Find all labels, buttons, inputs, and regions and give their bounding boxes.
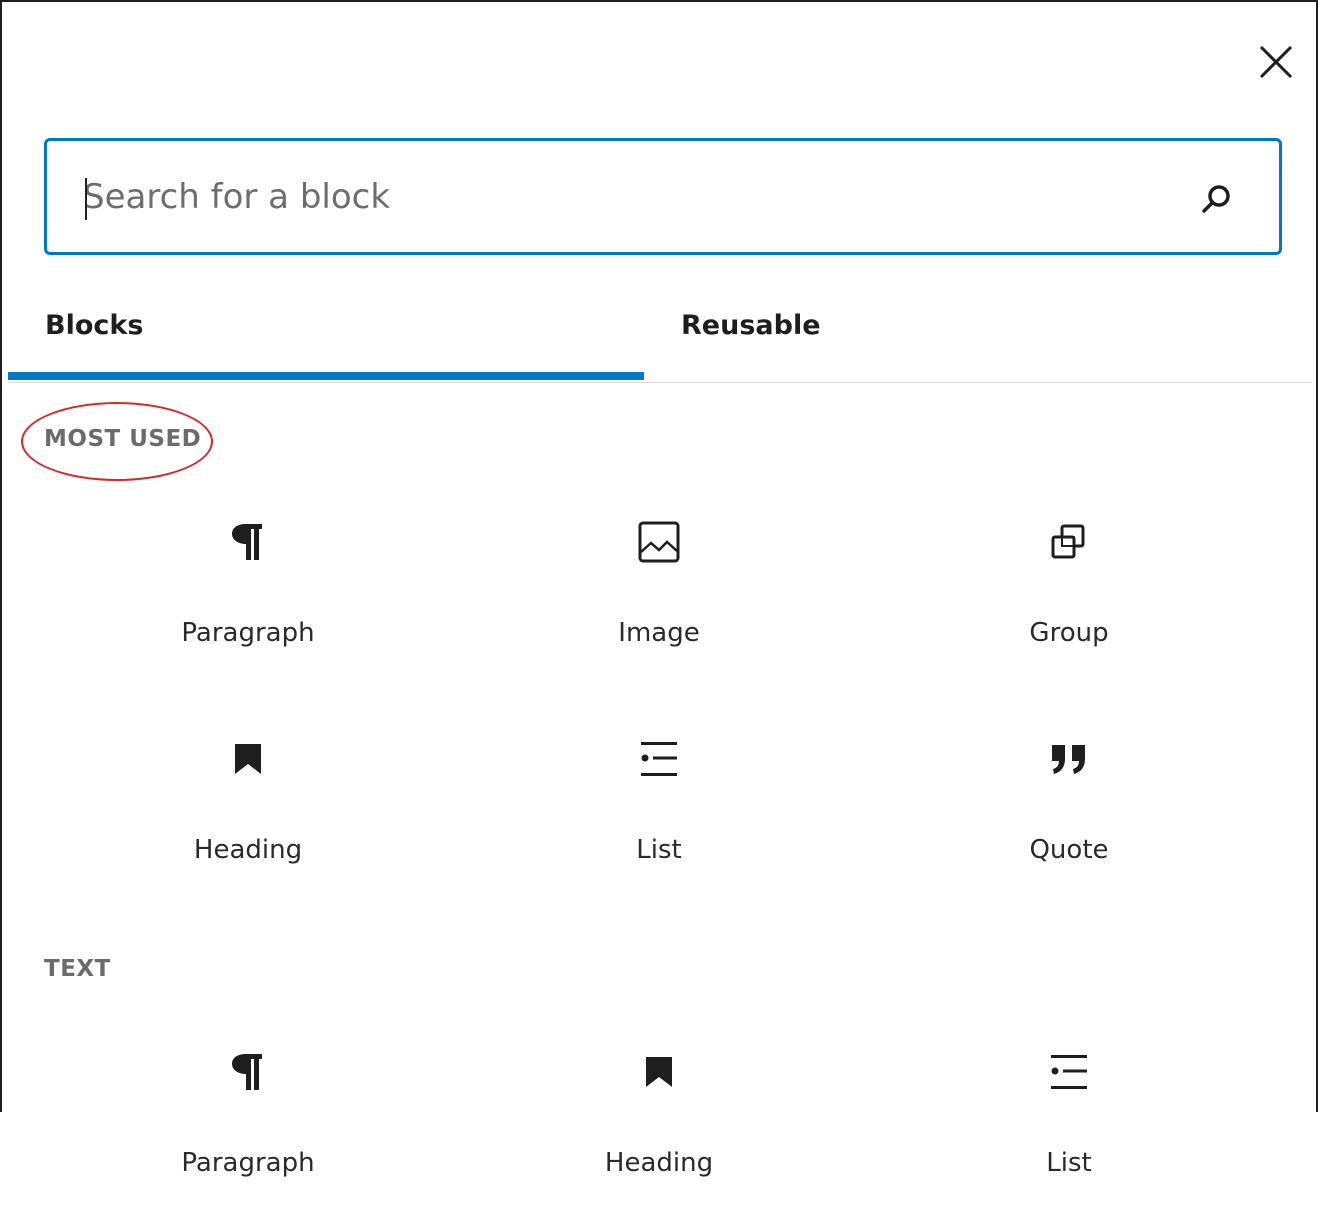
block-item-image[interactable]: Image (529, 518, 789, 698)
block-label: Quote (1029, 835, 1109, 865)
search-input[interactable] (83, 176, 1163, 217)
close-icon (1259, 45, 1293, 79)
block-item-list[interactable]: List (939, 1048, 1199, 1228)
text-caret (85, 178, 87, 220)
block-label: Image (618, 618, 700, 648)
highlight-annotation-ellipse (21, 402, 213, 481)
active-tab-indicator (8, 372, 644, 380)
search-icon[interactable] (1199, 181, 1235, 217)
close-button[interactable] (1252, 38, 1300, 86)
block-label: Heading (604, 1148, 714, 1178)
block-label: Paragraph (181, 618, 315, 648)
block-label: Group (1029, 618, 1109, 648)
block-item-heading[interactable]: Heading (529, 1048, 789, 1228)
block-label: Paragraph (181, 1148, 315, 1178)
heading-bookmark-icon (635, 1048, 683, 1096)
block-label: Heading (193, 835, 303, 865)
list-icon (1045, 1048, 1093, 1096)
search-box (44, 138, 1282, 255)
block-item-list[interactable]: List (529, 735, 789, 915)
tab-reusable[interactable]: Reusable (681, 298, 821, 382)
section-title-text: TEXT (44, 956, 111, 982)
block-item-paragraph[interactable]: Paragraph (118, 518, 378, 698)
block-item-group[interactable]: Group (939, 518, 1199, 698)
quote-icon (1045, 735, 1093, 783)
block-label: List (636, 835, 682, 865)
heading-bookmark-icon (224, 735, 272, 783)
block-label: List (1046, 1148, 1092, 1178)
block-item-paragraph[interactable]: Paragraph (118, 1048, 378, 1228)
inserter-tabs: Blocks Reusable (8, 298, 1312, 383)
image-icon (635, 518, 683, 566)
tab-blocks[interactable]: Blocks (45, 298, 143, 382)
group-icon (1045, 518, 1093, 566)
block-inserter-panel: Blocks Reusable MOST USED Paragraph Imag… (0, 0, 1318, 1178)
paragraph-icon (224, 518, 272, 566)
block-item-heading[interactable]: Heading (118, 735, 378, 915)
block-item-quote[interactable]: Quote (939, 735, 1199, 915)
list-icon (635, 735, 683, 783)
paragraph-icon (224, 1048, 272, 1096)
